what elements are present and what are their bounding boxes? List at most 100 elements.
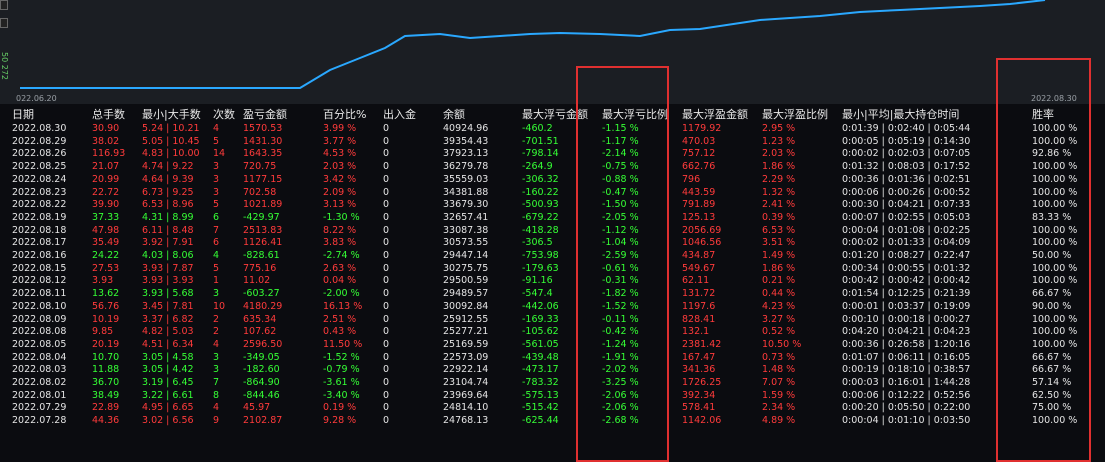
cell-percent: 8.22 % [323,224,357,236]
cell-min-max-lots: 3.05 | 4.58 [142,351,194,363]
table-row[interactable]: 2022.08.01 38.49 3.22 | 6.61 8 -844.46 -3.40 … [12,390,1102,403]
cell-total-lots: 24.22 [92,250,120,262]
cell-min-max-lots: 3.45 | 7.81 [142,300,194,312]
table-row[interactable]: 2022.08.22 39.90 6.53 | 8.96 5 1021.89 3.13 %… [12,199,1102,212]
cell-min-max-lots: 3.22 | 6.61 [142,389,194,401]
cell-pnl: 1021.89 [243,199,283,211]
cell-total-lots: 20.19 [92,338,120,350]
cell-max-float-profit: 828.41 [682,313,716,325]
cell-pnl: 702.58 [243,186,277,198]
table-row[interactable]: 2022.08.17 35.49 3.92 | 7.91 6 1126.41 3.83 %… [12,237,1102,250]
table-row[interactable]: 2022.08.24 20.99 4.64 | 9.39 3 1177.15 3.42 %… [12,174,1102,187]
table-row[interactable]: 2022.08.19 37.33 4.31 | 8.99 6 -429.97 -1.30 … [12,212,1102,225]
cell-max-float-profit: 578.41 [682,402,716,414]
table-row[interactable]: 2022.08.09 10.19 3.37 | 6.82 2 635.34 2.51 % 0… [12,314,1102,327]
cell-min-max-lots: 5.05 | 10.45 [142,135,200,147]
cell-balance: 33679.30 [443,199,489,211]
cell-date: 2022.08.03 [12,364,67,376]
table-row[interactable]: 2022.07.29 22.89 4.95 | 6.65 4 45.97 0.19 % 0 2… [12,402,1102,415]
cell-count: 4 [213,250,220,262]
cell-total-lots: 10.70 [92,351,120,363]
cell-min-max-lots: 5.24 | 10.21 [142,123,200,134]
cell-percent: 4.53 % [323,148,357,160]
cell-deposit-withdraw: 0 [383,402,390,414]
cell-percent: -2.00 % [323,288,360,300]
cell-date: 2022.08.11 [12,288,67,300]
cell-balance: 37923.13 [443,148,489,160]
cell-total-lots: 20.99 [92,173,120,185]
cell-pnl: -603.27 [243,288,280,300]
cell-max-float-profit: 2056.69 [682,224,722,236]
cell-max-float-profit: 62.11 [682,275,710,287]
table-row[interactable]: 2022.08.12 3.93 3.93 | 3.93 1 11.02 0.04 % 0 29… [12,275,1102,288]
cell-max-float-profit: 125.13 [682,211,716,223]
cell-count: 4 [213,123,220,134]
cell-date: 2022.08.22 [12,199,67,211]
cell-pnl: -844.46 [243,389,280,401]
cell-percent: 9.28 % [323,415,357,427]
cell-total-lots: 44.36 [92,415,120,427]
cell-count: 5 [213,135,220,147]
cell-count: 3 [213,161,220,173]
cell-pnl: 635.34 [243,313,277,325]
cell-deposit-withdraw: 0 [383,262,390,274]
table-row[interactable]: 2022.08.08 9.85 4.82 | 5.03 2 107.62 0.43 % 0 2… [12,326,1102,339]
table-row[interactable]: 2022.08.11 13.62 3.93 | 5.68 3 -603.27 -2.00 … [12,288,1102,301]
cell-percent: -3.40 % [323,389,360,401]
table-row[interactable]: 2022.08.03 11.88 3.05 | 4.42 3 -182.60 -0.79 … [12,364,1102,377]
cell-deposit-withdraw: 0 [383,415,390,427]
cell-balance: 39354.43 [443,135,489,147]
cell-balance: 24814.10 [443,402,489,414]
chart-start-date: 022.06.20 [16,94,57,103]
table-row[interactable]: 2022.08.04 10.70 3.05 | 4.58 3 -349.05 -1.52 … [12,352,1102,365]
cell-min-max-lots: 4.74 | 9.22 [142,161,194,173]
cell-count: 9 [213,415,220,427]
cell-max-float-profit: 757.12 [682,148,716,160]
cell-date: 2022.08.09 [12,313,67,325]
cell-pnl: 1177.15 [243,173,283,185]
cell-count: 10 [213,300,226,312]
cell-date: 2022.08.26 [12,148,67,160]
cell-total-lots: 13.62 [92,288,120,300]
table-row[interactable]: 2022.08.29 38.02 5.05 | 10.45 5 1431.30 3.77 … [12,136,1102,149]
cell-max-float-profit-ratio: 1.59 % [762,389,796,401]
table-row[interactable]: 2022.08.30 30.90 5.24 | 10.21 4 1570.53 3.99 … [12,123,1102,136]
cell-balance: 22573.09 [443,351,489,363]
equity-curve-line [20,0,1046,89]
cell-max-float-profit-ratio: 1.86 % [762,262,796,274]
table-row[interactable]: 2022.08.10 56.76 3.45 | 7.81 10 4180.29 16.13… [12,301,1102,314]
cell-balance: 33087.38 [443,224,489,236]
cell-count: 2 [213,313,220,325]
cell-min-max-lots: 3.93 | 7.87 [142,262,194,274]
cell-count: 3 [213,173,220,185]
cell-deposit-withdraw: 0 [383,186,390,198]
cell-percent: -3.61 % [323,377,360,389]
daily-stats-table: 日期 总手数 最小|大手数 次数 盈亏金额 百分比% 出入金 余额 最大浮亏金额 最大浮亏比例 最大… [12,107,1102,428]
table-row[interactable]: 2022.08.26 116.93 4.83 | 10.00 14 1643.35 4.5… [12,148,1102,161]
table-row[interactable]: 2022.08.25 21.07 4.74 | 9.22 3 720.75 2.03 % 0… [12,161,1102,174]
cell-date: 2022.08.24 [12,173,67,185]
scroll-up-button[interactable] [0,0,8,10]
cell-pnl: -828.61 [243,250,280,262]
cell-count: 3 [213,186,220,198]
header-balance: 余额 [443,108,465,121]
cell-deposit-withdraw: 0 [383,237,390,249]
table-row[interactable]: 2022.07.28 44.36 3.02 | 6.56 9 2102.87 9.28 %… [12,415,1102,428]
cell-min-max-lots: 4.51 | 6.34 [142,338,194,350]
cell-min-max-lots: 6.53 | 8.96 [142,199,194,211]
table-row[interactable]: 2022.08.23 22.72 6.73 | 9.25 3 702.58 2.09 % 0… [12,187,1102,200]
cell-max-float-profit-ratio: 10.50 % [762,338,802,350]
cell-percent: 0.19 % [323,402,357,414]
table-row[interactable]: 2022.08.18 47.98 6.11 | 8.48 7 2513.83 8.22 %… [12,225,1102,238]
table-row[interactable]: 2022.08.02 36.70 3.19 | 6.45 7 -864.90 -3.61 … [12,377,1102,390]
cell-pnl: -182.60 [243,364,280,376]
cell-deposit-withdraw: 0 [383,173,390,185]
cell-deposit-withdraw: 0 [383,199,390,211]
table-row[interactable]: 2022.08.16 24.22 4.03 | 8.06 4 -828.61 -2.74 … [12,250,1102,263]
table-row[interactable]: 2022.08.05 20.19 4.51 | 6.34 4 2596.50 11.50 … [12,339,1102,352]
cell-balance: 23969.64 [443,389,489,401]
cell-deposit-withdraw: 0 [383,389,390,401]
scroll-down-button[interactable] [0,18,8,28]
table-row[interactable]: 2022.08.15 27.53 3.93 | 7.87 5 775.16 2.63 % 0… [12,263,1102,276]
header-count: 次数 [213,108,235,121]
